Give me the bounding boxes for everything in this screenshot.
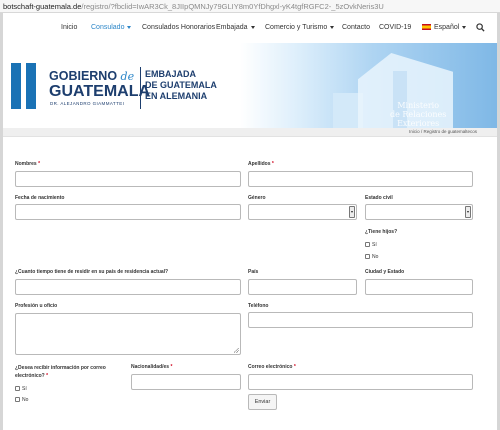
nombres-label: Nombres * <box>15 161 41 167</box>
embassy-line: DE GUATEMALA <box>145 80 217 90</box>
nav-item-comercio-turismo[interactable]: Comercio y Turismo <box>265 24 335 31</box>
select-arrow-icon <box>349 206 355 218</box>
checkbox[interactable] <box>365 254 370 260</box>
telefono-input[interactable] <box>248 312 473 328</box>
apellidos-input[interactable] <box>248 171 473 187</box>
search-icon[interactable] <box>476 23 485 32</box>
apellidos-label: Apellidos * <box>248 161 274 167</box>
nav-item-comercio-label: Comercio y Turismo <box>265 24 328 31</box>
breadcrumb-current: Registro de guatemaltecos <box>423 129 477 134</box>
logo-guatemala: GUATEMALA <box>49 83 151 100</box>
nav-item-embajada-label: Embajada <box>216 24 248 31</box>
profesion-textarea[interactable] <box>15 313 241 355</box>
estado-civil-select[interactable] <box>365 204 473 220</box>
tiempo-residencia-label: ¿Cuanto tiempo tiene de residir en su pa… <box>15 269 169 275</box>
ciudad-estado-label: Ciudad y Estado <box>365 269 405 275</box>
nav-item-consulado-label: Consulado <box>91 24 125 31</box>
url-domain: botschaft-guatemala.de <box>3 2 82 11</box>
nav-item-contacto[interactable]: Contacto <box>342 24 370 31</box>
logo-de-text: de <box>120 70 135 83</box>
recibir-option-no[interactable]: No <box>15 397 28 403</box>
logo-gobierno: GOBIERNO de <box>49 69 135 84</box>
embassy-title: EMBAJADA DE GUATEMALA EN ALEMANIA <box>145 69 217 102</box>
url-path: /registro/?fbclid=IwAR3Ck_8JIIpQMNJy79GL… <box>81 2 384 11</box>
profesion-label: Profesión u oficio <box>15 303 58 309</box>
language-label: Español <box>434 24 460 31</box>
spain-flag-icon <box>422 24 431 31</box>
nav-item-embajada[interactable]: Embajada <box>216 24 255 31</box>
ministerio-watermark: Ministerio de Relaciones Exteriores <box>390 101 447 128</box>
embassy-line: EMBAJADA <box>145 69 197 79</box>
recibir-no-label: No <box>22 397 29 403</box>
recibir-si-label: Sí <box>22 386 27 392</box>
checkbox[interactable] <box>365 242 370 248</box>
header-banner: GOBIERNO de GUATEMALA DR. ALEJANDRO GIAM… <box>3 43 497 128</box>
estado-civil-label: Estado civil <box>365 195 393 201</box>
select-arrow-icon <box>465 206 471 218</box>
telefono-label: Teléfono <box>248 303 269 309</box>
fecha-nacimiento-label: Fecha de nacimiento <box>15 195 65 201</box>
language-selector[interactable]: Español <box>422 24 467 31</box>
hijos-option-no[interactable]: No <box>365 254 378 260</box>
correo-label: Correo electrónico * <box>248 364 296 370</box>
government-logo-icon <box>8 63 42 109</box>
recibir-option-si[interactable]: Sí <box>15 386 27 392</box>
chevron-down-icon <box>330 25 335 29</box>
logo-gobierno-text: GOBIERNO <box>49 69 118 83</box>
recibir-info-label: ¿Desea recibir información por correo ele… <box>15 365 106 379</box>
chevron-down-icon <box>127 25 132 29</box>
tiempo-residencia-input[interactable] <box>15 279 241 295</box>
breadcrumb-separator: / <box>420 129 423 134</box>
chevron-down-icon <box>250 25 255 29</box>
logo-divider <box>140 67 141 109</box>
nav-item-inicio[interactable]: Inicio <box>61 24 77 31</box>
genero-select[interactable] <box>248 204 357 220</box>
breadcrumb-home[interactable]: Inicio <box>409 129 420 134</box>
nacionalidad-label: Nacionalidad/es * <box>131 364 173 370</box>
checkbox[interactable] <box>15 397 20 403</box>
hijos-no-label: No <box>372 254 379 260</box>
checkbox[interactable] <box>15 386 20 392</box>
hijos-label: ¿Tiene hijos? <box>365 229 398 235</box>
chevron-down-icon <box>462 25 467 29</box>
resize-grip-icon[interactable] <box>234 348 239 353</box>
fecha-nacimiento-input[interactable] <box>15 204 241 220</box>
hijos-option-si[interactable]: Sí <box>365 242 377 248</box>
ciudad-estado-input[interactable] <box>365 279 473 295</box>
breadcrumb-bar: Inicio / Registro de guatemaltecos <box>3 128 497 137</box>
browser-url-bar[interactable]: botschaft-guatemala.de/registro/?fbclid=… <box>0 0 500 13</box>
nav-item-covid[interactable]: COVID-19 <box>379 24 411 31</box>
logo-president-name: DR. ALEJANDRO GIAMMATTEI <box>50 101 125 106</box>
pais-label: País <box>248 269 259 275</box>
genero-label: Género <box>248 195 266 201</box>
nombres-input[interactable] <box>15 171 241 187</box>
correo-input[interactable] <box>248 374 473 390</box>
nav-item-consulado[interactable]: Consulado <box>91 24 132 31</box>
submit-button[interactable]: Enviar <box>248 394 277 410</box>
nav-item-consulados-honorarios[interactable]: Consulados Honorarios <box>142 24 215 31</box>
top-navigation: Inicio Consulado Consulados Honorarios E… <box>3 13 497 43</box>
nacionalidad-input[interactable] <box>131 374 241 390</box>
embassy-line: EN ALEMANIA <box>145 91 208 101</box>
pais-input[interactable] <box>248 279 357 295</box>
hijos-si-label: Sí <box>372 242 377 248</box>
breadcrumb: Inicio / Registro de guatemaltecos <box>409 129 477 134</box>
